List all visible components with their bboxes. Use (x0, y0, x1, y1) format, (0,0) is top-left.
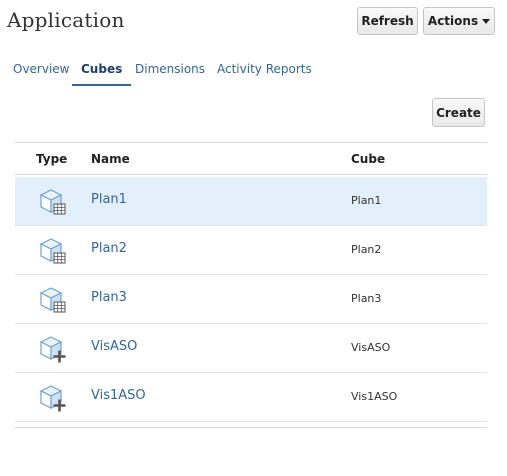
tab-cubes-label: Cubes (81, 62, 123, 76)
cube-name-link[interactable]: Plan3 (91, 290, 127, 305)
column-header-type: Type (36, 152, 68, 166)
table-row[interactable]: Plan1 Plan1 (15, 177, 487, 226)
bso-cube-icon (37, 236, 67, 266)
table-row[interactable]: VisASO VisASO (15, 324, 487, 373)
cube-value: Vis1ASO (351, 390, 398, 403)
table-row[interactable]: Vis1ASO Vis1ASO (15, 373, 487, 422)
cubes-table-body: Plan1 Plan1 Plan2 Plan2 Plan3 Plan3 VisASO VisA… (15, 177, 487, 422)
bso-cube-icon (37, 285, 67, 315)
cube-value: Plan3 (351, 292, 382, 305)
tab-activity-reports[interactable]: Activity Reports (217, 60, 312, 86)
create-button[interactable]: Create (432, 98, 485, 127)
caret-down-icon (482, 18, 491, 24)
cube-name-link[interactable]: VisASO (91, 339, 137, 354)
tab-overview-label: Overview (13, 62, 70, 76)
column-header-cube: Cube (351, 152, 386, 166)
refresh-button[interactable]: Refresh (357, 7, 418, 35)
aso-cube-icon (37, 334, 67, 364)
tab-cubes[interactable]: Cubes (72, 60, 132, 86)
cube-value: Plan2 (351, 243, 382, 256)
create-button-label: Create (436, 105, 481, 120)
page-title: Application (7, 8, 125, 32)
cube-name-link[interactable]: Vis1ASO (91, 388, 146, 403)
cube-value: Plan1 (351, 194, 382, 207)
actions-menu-button[interactable]: Actions (423, 7, 495, 35)
table-row[interactable]: Plan3 Plan3 (15, 275, 487, 324)
tab-dimensions[interactable]: Dimensions (135, 60, 205, 86)
table-bottom-divider (15, 427, 487, 428)
refresh-button-label: Refresh (361, 14, 414, 28)
table-header-row: Type Name Cube (15, 143, 487, 175)
cube-value: VisASO (351, 341, 391, 354)
tab-activity-reports-label: Activity Reports (217, 62, 312, 76)
actions-button-label: Actions (427, 14, 479, 28)
aso-cube-icon (37, 383, 67, 413)
table-row[interactable]: Plan2 Plan2 (15, 226, 487, 275)
tab-dimensions-label: Dimensions (135, 62, 206, 76)
cube-name-link[interactable]: Plan2 (91, 241, 127, 256)
cube-name-link[interactable]: Plan1 (91, 192, 127, 207)
bso-cube-icon (37, 187, 67, 217)
column-header-name: Name (91, 152, 130, 166)
tab-overview[interactable]: Overview (13, 60, 70, 86)
